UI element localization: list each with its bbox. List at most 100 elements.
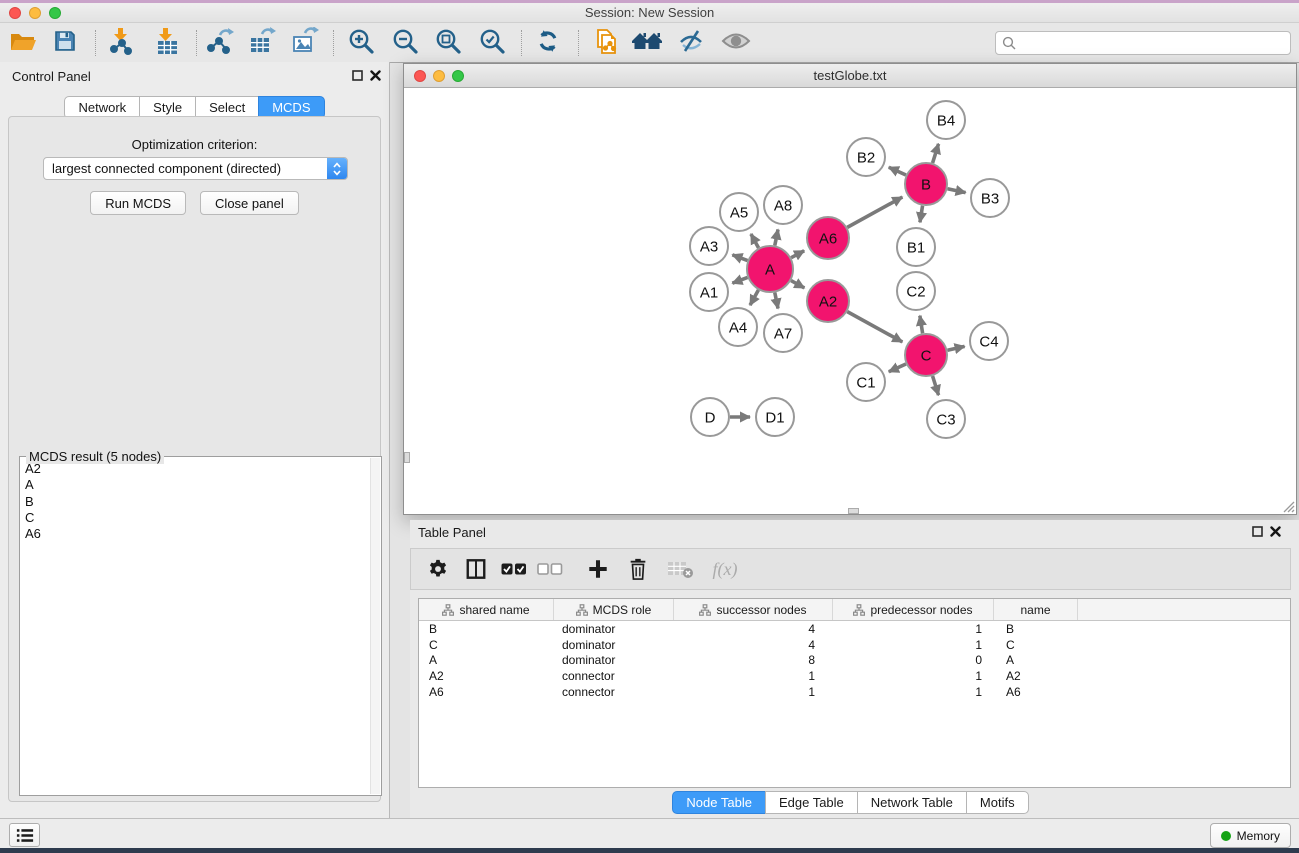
result-item[interactable]: B bbox=[20, 494, 369, 510]
canvas-horizontal-scroll-nub[interactable] bbox=[848, 508, 859, 514]
column-header-predecessor-nodes[interactable]: predecessor nodes bbox=[833, 599, 994, 620]
export-network-button[interactable] bbox=[205, 28, 235, 58]
table-row[interactable]: A2connector11A2 bbox=[419, 668, 1290, 684]
resize-grip[interactable] bbox=[1282, 500, 1295, 513]
delete-table-button[interactable] bbox=[663, 552, 697, 586]
float-table-panel-icon[interactable] bbox=[1252, 526, 1263, 537]
graph-node-C2[interactable]: C2 bbox=[897, 272, 935, 310]
save-session-button[interactable] bbox=[50, 28, 80, 58]
graph-node-A[interactable]: A bbox=[747, 246, 793, 292]
task-history-button[interactable] bbox=[9, 823, 40, 847]
criterion-dropdown[interactable]: largest connected component (directed) bbox=[43, 157, 348, 180]
tab-motifs[interactable]: Motifs bbox=[966, 791, 1029, 814]
graph-edge-B-B3[interactable] bbox=[947, 189, 965, 193]
table-cell: C bbox=[994, 638, 1078, 652]
function-builder-button[interactable]: f(x) bbox=[703, 552, 747, 586]
run-mcds-button[interactable]: Run MCDS bbox=[90, 191, 186, 215]
result-item[interactable]: A6 bbox=[20, 526, 369, 542]
graph-node-A5[interactable]: A5 bbox=[720, 193, 758, 231]
column-header-MCDS-role[interactable]: MCDS role bbox=[554, 599, 674, 620]
close-panel-icon[interactable] bbox=[370, 70, 381, 81]
table-row[interactable]: A6connector11A6 bbox=[419, 684, 1290, 700]
select-all-button[interactable] bbox=[497, 552, 531, 586]
graph-edge-A-A7[interactable] bbox=[775, 293, 778, 309]
graph-node-B3[interactable]: B3 bbox=[971, 179, 1009, 217]
graph-edge-A-A8[interactable] bbox=[775, 229, 778, 245]
tab-node-table[interactable]: Node Table bbox=[672, 791, 766, 814]
result-item[interactable]: A bbox=[20, 477, 369, 493]
table-row[interactable]: Cdominator41C bbox=[419, 637, 1290, 653]
graph-node-D[interactable]: D bbox=[691, 398, 729, 436]
search-input[interactable] bbox=[1020, 33, 1290, 53]
graph-node-C3[interactable]: C3 bbox=[927, 400, 965, 438]
result-scrollbar[interactable] bbox=[370, 458, 380, 794]
tab-edge-table[interactable]: Edge Table bbox=[765, 791, 858, 814]
show-columns-button[interactable] bbox=[459, 552, 493, 586]
canvas-vertical-scroll-nub[interactable] bbox=[404, 452, 410, 463]
table-row[interactable]: Bdominator41B bbox=[419, 621, 1290, 637]
graph-node-A8[interactable]: A8 bbox=[764, 186, 802, 224]
graph-node-C4[interactable]: C4 bbox=[970, 322, 1008, 360]
table-settings-button[interactable] bbox=[421, 552, 455, 586]
column-header-name[interactable]: name bbox=[994, 599, 1078, 620]
column-header-successor-nodes[interactable]: successor nodes bbox=[674, 599, 833, 620]
deselect-all-button[interactable] bbox=[533, 552, 567, 586]
export-table-button[interactable] bbox=[247, 28, 277, 58]
export-image-button[interactable] bbox=[290, 28, 320, 58]
delete-column-button[interactable] bbox=[621, 552, 655, 586]
hide-graphics-details-button[interactable] bbox=[676, 28, 706, 58]
graph-edge-A-A4[interactable] bbox=[750, 290, 758, 305]
graph-node-D1[interactable]: D1 bbox=[756, 398, 794, 436]
graph-node-A3[interactable]: A3 bbox=[690, 227, 728, 265]
home-button[interactable] bbox=[632, 28, 662, 58]
graph-node-C[interactable]: C bbox=[905, 334, 947, 376]
graph-edge-A-A1[interactable] bbox=[732, 277, 747, 283]
graph-node-A1[interactable]: A1 bbox=[690, 273, 728, 311]
graph-node-B[interactable]: B bbox=[905, 163, 947, 205]
graph-node-A7[interactable]: A7 bbox=[764, 314, 802, 352]
import-table-button[interactable] bbox=[152, 28, 182, 58]
column-header-shared-name[interactable]: shared name bbox=[419, 599, 554, 620]
close-panel-button[interactable]: Close panel bbox=[200, 191, 299, 215]
close-table-panel-icon[interactable] bbox=[1270, 526, 1281, 537]
graph-edge-A6-B[interactable] bbox=[847, 197, 902, 227]
create-column-button[interactable] bbox=[581, 552, 615, 586]
graph-node-label: B bbox=[921, 176, 931, 193]
network-canvas[interactable]: B4 B2 B B3 A8 A5 A6 A3 B1 A A1 C2 A2 A4A7 C4 C C1 C3 D D1 bbox=[404, 88, 1296, 514]
graph-node-label: A5 bbox=[730, 204, 748, 221]
tab-network-table[interactable]: Network Table bbox=[857, 791, 967, 814]
import-network-button[interactable] bbox=[106, 28, 136, 58]
result-item[interactable]: A2 bbox=[20, 461, 369, 477]
graph-edge-C-C4[interactable] bbox=[947, 346, 964, 350]
graph-node-B1[interactable]: B1 bbox=[897, 228, 935, 266]
zoom-fit-button[interactable] bbox=[433, 28, 463, 58]
refresh-button[interactable] bbox=[533, 28, 563, 58]
graph-node-A6[interactable]: A6 bbox=[807, 217, 849, 259]
open-session-button[interactable] bbox=[8, 28, 38, 58]
graph-edge-A-A2[interactable] bbox=[791, 281, 804, 288]
graph-edge-A-A6[interactable] bbox=[791, 251, 804, 258]
graph-edge-A-A3[interactable] bbox=[732, 255, 747, 261]
result-item[interactable]: C bbox=[20, 510, 369, 526]
graph-node-A4[interactable]: A4 bbox=[719, 308, 757, 346]
graph-edge-B-B2[interactable] bbox=[889, 167, 906, 175]
float-panel-icon[interactable] bbox=[352, 70, 363, 81]
zoom-out-button[interactable] bbox=[390, 28, 420, 58]
graph-edge-A2-C[interactable] bbox=[847, 312, 902, 342]
graph-edge-A-A5[interactable] bbox=[751, 234, 759, 248]
zoom-selected-button[interactable] bbox=[477, 28, 507, 58]
memory-button[interactable]: Memory bbox=[1210, 823, 1291, 848]
graph-edge-C-C2[interactable] bbox=[920, 316, 923, 334]
graph-node-B4[interactable]: B4 bbox=[927, 101, 965, 139]
graph-edge-B-B4[interactable] bbox=[933, 144, 939, 163]
table-row[interactable]: Adominator80A bbox=[419, 653, 1290, 669]
graph-edge-C-C1[interactable] bbox=[889, 364, 906, 372]
graph-node-B2[interactable]: B2 bbox=[847, 138, 885, 176]
graph-node-A2[interactable]: A2 bbox=[807, 280, 849, 322]
graph-edge-C-C3[interactable] bbox=[933, 376, 939, 395]
show-graphics-details-button[interactable] bbox=[721, 28, 751, 58]
graph-node-C1[interactable]: C1 bbox=[847, 363, 885, 401]
zoom-in-button[interactable] bbox=[346, 28, 376, 58]
open-network-file-button[interactable] bbox=[592, 28, 622, 58]
graph-edge-B-B1[interactable] bbox=[920, 206, 923, 223]
